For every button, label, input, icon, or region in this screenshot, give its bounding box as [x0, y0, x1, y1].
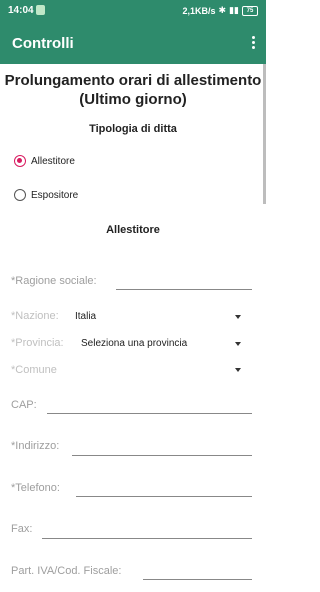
type-heading: Tipologia di ditta — [89, 123, 177, 135]
nazione-select[interactable]: Italia — [75, 311, 96, 322]
provincia-select[interactable]: Seleziona una provincia — [81, 338, 187, 349]
piva-label: Part. IVA/Cod. Fiscale: — [11, 565, 122, 577]
section-title: Allestitore — [106, 224, 160, 236]
fax-input[interactable] — [42, 538, 252, 539]
radio-espositore[interactable]: Espositore — [14, 189, 78, 201]
bluetooth-icon: ✱ — [218, 5, 227, 15]
chevron-down-icon[interactable] — [235, 342, 241, 346]
shield-icon — [36, 5, 45, 15]
overflow-menu-icon[interactable] — [252, 36, 256, 50]
cap-label: CAP: — [11, 399, 37, 411]
comune-label: *Comune — [11, 364, 57, 376]
cap-input[interactable] — [47, 413, 252, 414]
status-right: 2,1KB/s ✱ ▮▮ 75 — [183, 5, 258, 16]
provincia-label: *Provincia: — [11, 337, 64, 349]
piva-input[interactable] — [143, 579, 252, 580]
telefono-label: *Telefono: — [11, 482, 60, 494]
status-time: 14:04 — [8, 5, 34, 16]
radio-unchecked-icon[interactable] — [14, 189, 26, 201]
chevron-down-icon[interactable] — [235, 368, 241, 372]
radio-label: Allestitore — [31, 155, 75, 167]
chevron-down-icon[interactable] — [235, 315, 241, 319]
fax-label: Fax: — [11, 523, 33, 535]
ragione-sociale-input[interactable] — [116, 289, 252, 290]
radio-allestitore[interactable]: Allestitore — [14, 155, 75, 167]
page-title: Prolungamento orari di allestimento (Ult… — [4, 72, 262, 108]
telefono-input[interactable] — [76, 496, 252, 497]
status-bar: 14:04 2,1KB/s ✱ ▮▮ 75 — [0, 0, 266, 22]
nazione-label: *Nazione: — [11, 310, 59, 322]
indirizzo-input[interactable] — [72, 455, 252, 456]
indirizzo-label: *Indirizzo: — [11, 440, 60, 452]
radio-label: Espositore — [31, 189, 79, 201]
radio-checked-icon[interactable] — [14, 155, 26, 167]
app-title: Controlli — [12, 35, 74, 52]
signal-icon: ▮▮ — [229, 5, 239, 15]
ragione-sociale-label: *Ragione sociale: — [11, 275, 97, 287]
battery-icon: 75 — [242, 5, 258, 16]
app-bar: Controlli — [0, 22, 266, 64]
network-speed: 2,1KB/s — [182, 5, 216, 16]
